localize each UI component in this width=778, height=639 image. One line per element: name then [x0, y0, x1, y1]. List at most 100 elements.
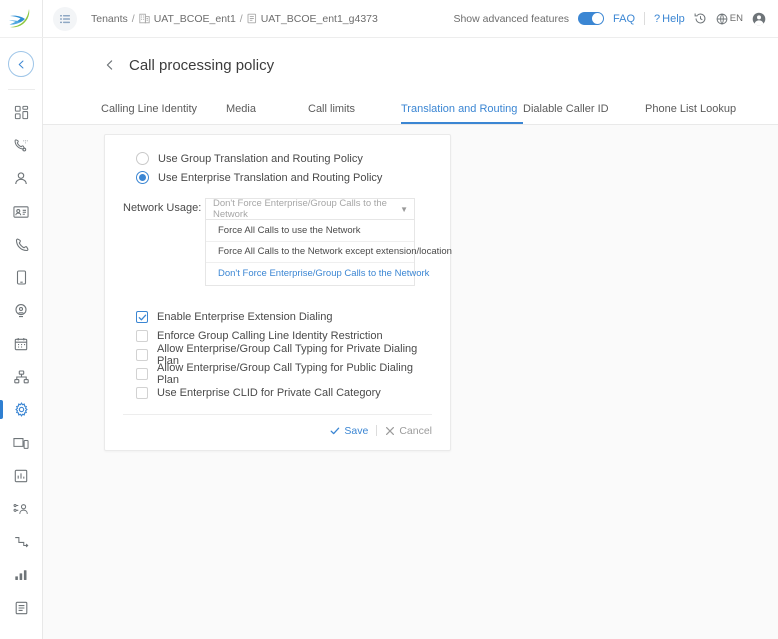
sidebar-item-org-chart[interactable] — [0, 360, 43, 393]
check-icon — [138, 314, 146, 320]
sidebar-collapse[interactable] — [0, 43, 43, 85]
close-x-icon — [386, 426, 395, 435]
card-divider — [123, 413, 432, 415]
sidebar-item-dashboard[interactable] — [0, 96, 43, 129]
radio-use-group-policy[interactable]: Use Group Translation and Routing Policy — [123, 152, 432, 165]
back-button[interactable] — [100, 55, 120, 75]
checkbox-label-enforce-group-clir: Enforce Group Calling Line Identity Rest… — [157, 330, 383, 342]
sidebar — [0, 0, 43, 639]
breadcrumb-item-group[interactable]: UAT_BCOE_ent1_g4373 — [261, 13, 378, 25]
faq-link[interactable]: FAQ — [613, 13, 635, 25]
sidebar-item-phone[interactable] — [0, 228, 43, 261]
checkbox-label-public-dialing-plan: Allow Enterprise/Group Call Typing for P… — [157, 362, 413, 386]
chevron-left-icon — [18, 60, 23, 68]
radio-button-group-policy[interactable] — [136, 152, 149, 165]
checkbox-row-public-dialing-plan[interactable]: Allow Enterprise/Group Call Typing for P… — [123, 362, 432, 386]
help-link[interactable]: ? Help — [654, 13, 685, 25]
help-label: Help — [662, 12, 685, 25]
checkbox-row-enterprise-extension-dialing[interactable]: Enable Enterprise Extension Dialing — [123, 308, 432, 327]
save-label: Save — [344, 424, 369, 437]
network-usage-option-force-except[interactable]: Force All Calls to the Network except ex… — [206, 242, 452, 263]
checkbox-public-dialing-plan[interactable] — [136, 368, 148, 380]
network-usage-options-menu: Force All Calls to use the Network Force… — [205, 220, 452, 286]
checkbox-label-enterprise-clid: Use Enterprise CLID for Private Call Cat… — [157, 387, 381, 399]
globe-icon — [716, 12, 728, 25]
card-actions: Save Cancel — [123, 425, 432, 437]
radio-use-enterprise-policy[interactable]: Use Enterprise Translation and Routing P… — [123, 171, 432, 184]
tab-call-limits[interactable]: Call limits — [308, 103, 401, 124]
checkbox-private-dialing-plan[interactable] — [136, 349, 148, 361]
sidebar-item-logs[interactable] — [0, 591, 43, 624]
list-document-icon — [15, 601, 27, 614]
sidebar-divider — [7, 89, 35, 90]
network-usage-option-force-all[interactable]: Force All Calls to use the Network — [206, 220, 414, 242]
breadcrumb-item-enterprise[interactable]: UAT_BCOE_ent1 — [154, 13, 236, 25]
translation-routing-card: Use Group Translation and Routing Policy… — [104, 134, 452, 451]
sidebar-item-user-routing[interactable] — [0, 492, 43, 525]
chevron-left-icon — [106, 60, 113, 70]
sidebar-item-settings[interactable] — [0, 393, 43, 426]
top-bar: Tenants / UAT_BCOE_ent1 / UAT_BCOE_ent1_… — [43, 0, 778, 38]
mobile-icon — [16, 270, 26, 285]
sidebar-item-reports-doc[interactable] — [0, 459, 43, 492]
advanced-features-toggle[interactable] — [578, 12, 605, 25]
sidebar-item-devices[interactable] — [0, 426, 43, 459]
save-button[interactable]: Save — [330, 425, 368, 437]
sidebar-item-location[interactable] — [0, 294, 43, 327]
sidebar-item-id-card[interactable] — [0, 195, 43, 228]
sidebar-item-mobile[interactable] — [0, 261, 43, 294]
tab-translation-and-routing[interactable]: Translation and Routing — [401, 103, 523, 124]
org-chart-icon — [13, 369, 29, 383]
bar-chart-icon — [15, 570, 27, 580]
network-usage-select: Don't Force Enterprise/Group Calls to th… — [205, 198, 452, 286]
language-selector[interactable]: EN — [716, 12, 743, 25]
check-icon — [330, 427, 340, 434]
chevron-down-icon: ▼ — [400, 204, 408, 214]
user-icon — [15, 172, 27, 185]
sidebar-item-call-center[interactable] — [0, 129, 43, 162]
tab-media[interactable]: Media — [226, 103, 308, 124]
main-area: Tenants / UAT_BCOE_ent1 / UAT_BCOE_ent1_… — [43, 0, 778, 639]
account-button[interactable] — [752, 12, 766, 26]
content-area: Use Group Translation and Routing Policy… — [43, 125, 778, 639]
swoosh-logo-icon — [9, 8, 30, 27]
breadcrumb-separator: / — [131, 12, 135, 25]
tab-dialable-caller-id[interactable]: Dialable Caller ID — [523, 103, 645, 124]
tab-phone-list-lookup[interactable]: Phone List Lookup — [645, 103, 736, 124]
sidebar-item-users[interactable] — [0, 162, 43, 195]
page-title: Call processing policy — [129, 56, 275, 74]
building-icon — [139, 13, 150, 24]
app-logo[interactable] — [0, 0, 43, 38]
topbar-divider — [644, 12, 646, 25]
help-question-icon: ? — [654, 12, 661, 25]
phone-icon — [15, 238, 28, 252]
checkbox-enterprise-clid[interactable] — [136, 387, 148, 399]
network-usage-selected-value: Don't Force Enterprise/Group Calls to th… — [213, 198, 387, 220]
hamburger-menu-button[interactable] — [53, 6, 77, 31]
network-usage-select-trigger[interactable]: Don't Force Enterprise/Group Calls to th… — [205, 198, 415, 220]
hamburger-menu-icon — [60, 14, 70, 23]
checkbox-enterprise-extension-dialing[interactable] — [136, 311, 148, 323]
user-routing-icon — [13, 503, 28, 514]
history-icon — [694, 13, 706, 24]
tab-calling-line-identity[interactable]: Calling Line Identity — [101, 103, 226, 124]
sidebar-item-calendar[interactable] — [0, 327, 43, 360]
location-pin-icon — [15, 304, 27, 318]
radio-label-group-policy: Use Group Translation and Routing Policy — [158, 152, 363, 165]
network-usage-option-dont-force[interactable]: Don't Force Enterprise/Group Calls to th… — [206, 263, 429, 285]
collapse-button[interactable] — [8, 51, 34, 77]
network-usage-row: Network Usage: Don't Force Enterprise/Gr… — [123, 198, 452, 286]
checkbox-enforce-group-clir[interactable] — [136, 330, 148, 342]
breadcrumb: Tenants / UAT_BCOE_ent1 / UAT_BCOE_ent1_… — [91, 13, 378, 25]
breadcrumb-item-tenants[interactable]: Tenants — [91, 13, 128, 25]
toggle-knob — [592, 13, 604, 24]
gear-icon — [14, 402, 28, 417]
cancel-button[interactable]: Cancel — [385, 425, 432, 437]
sidebar-item-call-flow[interactable] — [0, 525, 43, 558]
radio-button-enterprise-policy[interactable] — [136, 171, 149, 184]
history-button[interactable] — [694, 12, 707, 25]
document-chart-icon — [14, 469, 28, 482]
sidebar-item-analytics[interactable] — [0, 558, 43, 591]
cancel-label: Cancel — [399, 424, 432, 437]
checkbox-row-enterprise-clid[interactable]: Use Enterprise CLID for Private Call Cat… — [123, 384, 432, 403]
